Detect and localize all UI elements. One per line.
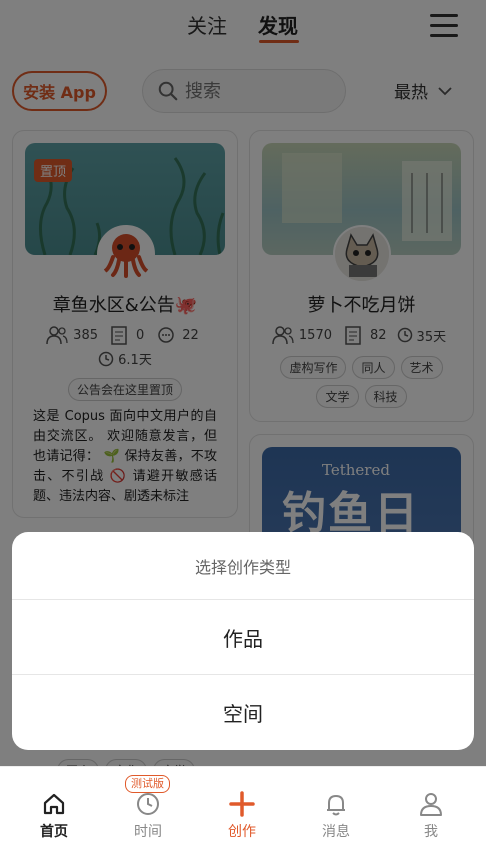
nav-label: 消息 [322, 824, 350, 840]
nav-label: 创作 [228, 824, 256, 840]
user-icon [420, 793, 442, 816]
home-icon [43, 793, 65, 815]
nav-home[interactable]: 首页 [7, 767, 101, 843]
beta-badge: 测试版 [125, 775, 170, 793]
nav-me[interactable]: 我 [384, 767, 478, 843]
plus-icon [229, 791, 255, 817]
sheet-title: 选择创作类型 [12, 532, 474, 600]
nav-label: 时间 [134, 824, 162, 840]
clock-icon [137, 793, 159, 815]
nav-label: 我 [424, 824, 438, 840]
option-space[interactable]: 空间 [12, 675, 474, 750]
bottom-nav: 首页 时间 测试版 创作 消息 我 [0, 766, 486, 843]
option-work[interactable]: 作品 [12, 600, 474, 675]
nav-create[interactable]: 创作 [195, 767, 289, 843]
create-type-sheet: 选择创作类型 作品 空间 [12, 532, 474, 750]
nav-label: 首页 [40, 824, 68, 840]
nav-messages[interactable]: 消息 [289, 767, 383, 843]
bell-icon [327, 795, 345, 816]
